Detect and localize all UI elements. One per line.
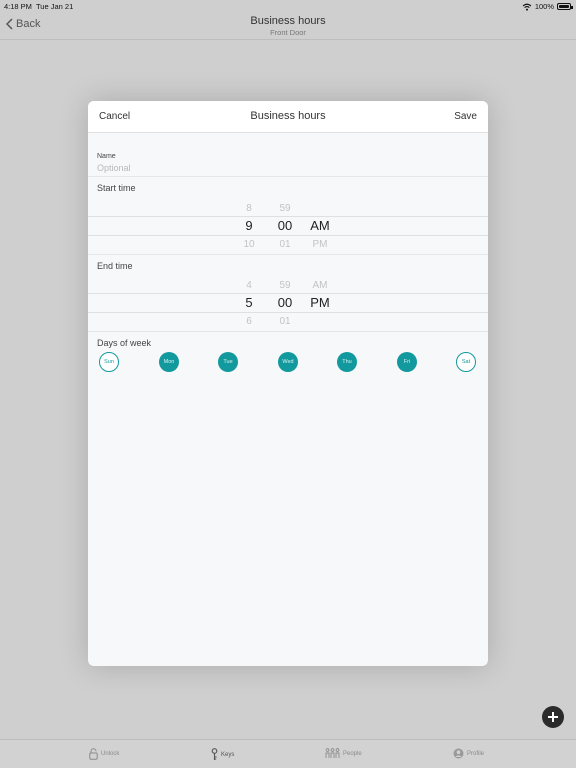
day-toggle-tue[interactable]: Tue — [218, 352, 238, 372]
lock-icon — [89, 748, 98, 760]
wheel-value-above: 4 — [246, 280, 252, 290]
wheel-value-above: 59 — [279, 203, 291, 213]
wheel-value-selected: 00 — [277, 295, 293, 310]
day-toggle-thu[interactable]: Thu — [337, 352, 357, 372]
days-of-week: Sun Mon Tue Wed Thu Fri Sat — [88, 351, 488, 375]
wheel-value-below: 6 — [246, 316, 252, 324]
end-time-label: End time — [97, 261, 133, 271]
wifi-icon — [522, 3, 532, 11]
tab-label: Keys — [221, 751, 235, 758]
status-bar: 4:18 PM Tue Jan 21 100% — [0, 0, 576, 12]
status-indicators: 100% — [522, 2, 573, 11]
tab-label: People — [343, 750, 362, 757]
divider — [88, 331, 488, 332]
wheel-value-below — [300, 316, 340, 324]
wheel-value-above: 8 — [246, 203, 252, 213]
tab-label: Profile — [467, 750, 485, 757]
modal-title: Business hours — [250, 110, 326, 122]
wheel-value-selected: AM — [310, 218, 330, 233]
status-date: Tue Jan 21 — [36, 2, 74, 11]
wheel-value-selected: 9 — [245, 218, 253, 233]
add-button[interactable] — [542, 706, 564, 728]
tab-people[interactable]: People — [325, 748, 362, 759]
day-toggle-sun[interactable]: Sun — [99, 352, 119, 372]
tab-unlock[interactable]: Unlock — [89, 748, 119, 760]
business-hours-modal: Cancel Business hours Save Name Optional… — [88, 101, 488, 666]
tab-profile[interactable]: Profile — [453, 748, 484, 759]
wheel-value-below: PM — [312, 239, 328, 247]
name-label: Name — [97, 153, 116, 160]
end-time-picker[interactable]: 4 5 6 59 00 01 AM PM — [88, 278, 488, 332]
wheel-value-selected: 00 — [277, 218, 293, 233]
wheel-value-above: 59 — [279, 280, 291, 290]
plus-icon — [548, 712, 558, 722]
profile-icon — [453, 748, 464, 759]
nav-title-block: Business hours Front Door — [0, 15, 576, 37]
wheel-value-above: AM — [312, 280, 328, 290]
nav-bar: Back Business hours Front Door — [0, 12, 576, 40]
tab-keys[interactable]: Keys — [211, 748, 234, 761]
wheel-value-selected: 5 — [245, 295, 253, 310]
battery-icon — [557, 3, 573, 10]
tab-label: Unlock — [101, 751, 120, 757]
days-of-week-label: Days of week — [97, 338, 152, 348]
wheel-value-below: 01 — [279, 239, 291, 247]
name-field[interactable]: Name Optional — [88, 147, 488, 177]
page-subtitle: Front Door — [270, 28, 306, 37]
save-button[interactable]: Save — [454, 111, 477, 122]
wheel-value-below: 01 — [279, 316, 291, 324]
modal-header: Cancel Business hours Save — [88, 101, 488, 133]
wheel-value-below: 10 — [243, 239, 255, 247]
key-icon — [211, 748, 218, 760]
status-time: 4:18 PM — [4, 2, 32, 11]
people-icon — [325, 748, 340, 758]
day-toggle-mon[interactable]: Mon — [159, 352, 179, 372]
wheel-value-above — [300, 203, 340, 213]
battery-percent: 100% — [534, 2, 554, 11]
start-time-label: Start time — [97, 183, 136, 193]
wheel-value-selected: PM — [310, 295, 330, 310]
day-toggle-fri[interactable]: Fri — [397, 352, 417, 372]
day-toggle-sat[interactable]: Sat — [456, 352, 476, 372]
day-toggle-wed[interactable]: Wed — [278, 352, 298, 372]
name-input[interactable]: Optional — [97, 163, 131, 173]
divider — [88, 254, 488, 255]
page-title: Business hours — [250, 15, 326, 27]
start-time-picker[interactable]: 8 9 10 59 00 01 AM PM — [88, 201, 488, 255]
tab-bar: Unlock Keys People Profile — [0, 739, 576, 768]
